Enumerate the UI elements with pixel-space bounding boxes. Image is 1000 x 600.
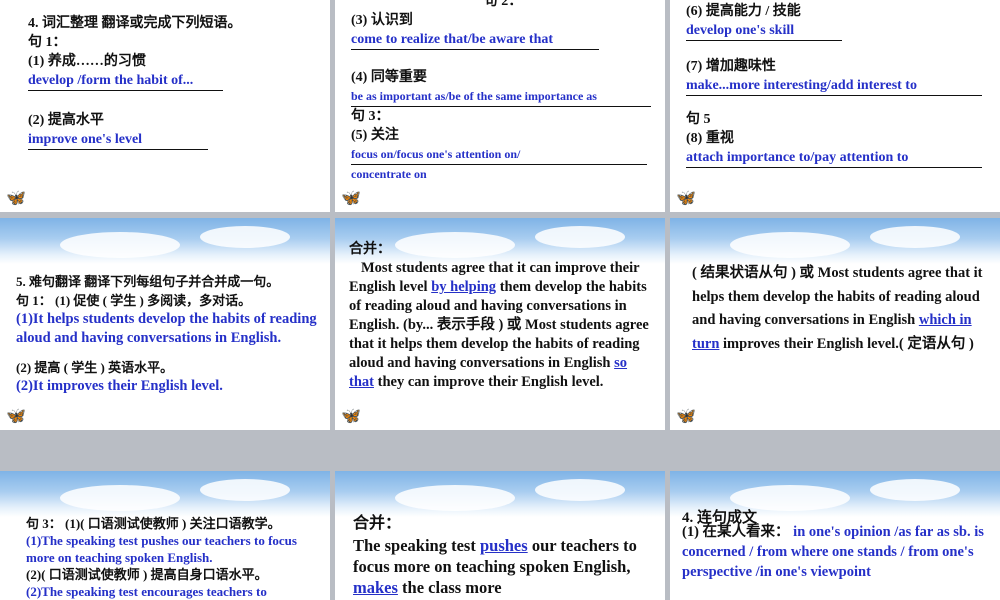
sky-banner bbox=[0, 218, 330, 264]
sentence-label: 句 2： bbox=[483, 0, 523, 9]
phrase-answer: make...more interesting/add interest to bbox=[686, 76, 982, 96]
butterfly-icon: 🦋 bbox=[676, 188, 696, 207]
butterfly-icon: 🦋 bbox=[676, 406, 696, 425]
paragraph-text: improves their English level.( 定语从句 ) bbox=[719, 335, 974, 352]
highlight-pushes[interactable]: pushes bbox=[480, 536, 528, 555]
butterfly-icon: 🦋 bbox=[341, 188, 361, 207]
butterfly-icon: 🦋 bbox=[341, 406, 361, 425]
sentence-label: 句 3： bbox=[351, 109, 390, 124]
phrase-answer: develop /form the habit of... bbox=[28, 71, 223, 91]
prompt-line: 句 1： (1) 促使 ( 学生 ) 多阅读，多对话。 bbox=[16, 293, 252, 308]
compose-item: (1) 在某人看来： in one's opinion /as far as s… bbox=[682, 522, 988, 582]
phrase-prompt: (8) 重视 bbox=[686, 131, 734, 146]
phrase-answer: come to realize that/be aware that bbox=[351, 30, 599, 50]
answer-sentence: (2)The speaking test encourages teachers… bbox=[26, 584, 267, 599]
combined-paragraph: Most students agree that it can improve … bbox=[349, 259, 655, 392]
phrase-answer-cont: concentrate on bbox=[351, 167, 427, 181]
sentence-label: 句 1： bbox=[28, 35, 67, 50]
slide-vocab-3[interactable]: (6) 提高能力 / 技能 develop one's skill (7) 增加… bbox=[670, 0, 1000, 212]
slide-translation-1[interactable]: 5. 难句翻译 翻译下列每组句子并合并成一句。 句 1： (1) 促使 ( 学生… bbox=[0, 218, 330, 430]
slide-combined-2[interactable]: ( 结果状语从句 ) 或 Most students agree that it… bbox=[670, 218, 1000, 430]
prompt-line: (2) 提高 ( 学生 ) 英语水平。 bbox=[16, 360, 174, 375]
highlight-by-helping[interactable]: by helping bbox=[431, 279, 496, 295]
slide-vocab-1[interactable]: 4. 词汇整理 翻译或完成下列短语。 句 1： (1) 养成……的习惯 deve… bbox=[0, 0, 330, 212]
slide-heading: 4. 词汇整理 翻译或完成下列短语。 bbox=[28, 16, 242, 31]
phrase-prompt: (1) 养成……的习惯 bbox=[28, 54, 146, 69]
phrase-prompt: (1) 在某人看来： bbox=[682, 524, 790, 540]
paragraph-text: The speaking test bbox=[353, 536, 480, 555]
prompt-line: (2)( 口语测试使教师 ) 提高自身口语水平。 bbox=[26, 567, 268, 582]
slide-heading: 5. 难句翻译 翻译下列每组句子并合并成一句。 bbox=[16, 274, 280, 289]
phrase-prompt: (3) 认识到 bbox=[351, 13, 413, 28]
answer-sentence: (2)It improves their English level. bbox=[16, 378, 223, 394]
slide-combined-1[interactable]: 合并： Most students agree that it can impr… bbox=[335, 218, 665, 430]
sky-banner bbox=[335, 471, 665, 517]
sky-banner bbox=[0, 471, 330, 517]
paragraph-text: the class more bbox=[397, 578, 502, 597]
phrase-answer: focus on/focus one's attention on/ bbox=[351, 145, 647, 165]
highlight-makes[interactable]: makes bbox=[353, 578, 398, 597]
phrase-prompt: (6) 提高能力 / 技能 bbox=[686, 4, 801, 19]
butterfly-icon: 🦋 bbox=[6, 188, 26, 207]
slide-combined-3[interactable]: 合并： The speaking test pushes our teacher… bbox=[335, 471, 665, 600]
prompt-line: 句 3： (1)( 口语测试使教师 ) 关注口语教学。 bbox=[26, 516, 281, 531]
combine-label: 合并： bbox=[349, 242, 391, 257]
slide-translation-3[interactable]: 句 3： (1)( 口语测试使教师 ) 关注口语教学。 (1)The speak… bbox=[0, 471, 330, 600]
phrase-prompt: (4) 同等重要 bbox=[351, 70, 427, 85]
sentence-label: 句 5 bbox=[686, 112, 711, 127]
paragraph-text: they can improve their English level. bbox=[373, 374, 604, 390]
combined-paragraph: The speaking test pushes our teachers to… bbox=[353, 535, 655, 598]
phrase-prompt: (5) 关注 bbox=[351, 128, 399, 143]
phrase-prompt: (2) 提高水平 bbox=[28, 113, 104, 128]
sky-banner bbox=[670, 218, 1000, 264]
phrase-prompt: (7) 增加趣味性 bbox=[686, 59, 776, 74]
slide-compose[interactable]: 4. 连句成文 (1) 在某人看来： in one's opinion /as … bbox=[670, 471, 1000, 600]
phrase-answer: attach importance to/pay attention to bbox=[686, 148, 982, 168]
phrase-answer: develop one's skill bbox=[686, 21, 842, 41]
butterfly-icon: 🦋 bbox=[6, 406, 26, 425]
answer-sentence: (1)The speaking test pushes our teachers… bbox=[26, 533, 297, 565]
phrase-answer: be as important as/be of the same import… bbox=[351, 87, 651, 107]
combine-label: 合并： bbox=[353, 515, 402, 532]
answer-sentence: (1)It helps students develop the habits … bbox=[16, 311, 317, 346]
phrase-answer: improve one's level bbox=[28, 130, 208, 150]
combined-paragraph: ( 结果状语从句 ) 或 Most students agree that it… bbox=[692, 262, 986, 356]
slide-vocab-2[interactable]: 句 2： (3) 认识到 come to realize that/be awa… bbox=[335, 0, 665, 212]
